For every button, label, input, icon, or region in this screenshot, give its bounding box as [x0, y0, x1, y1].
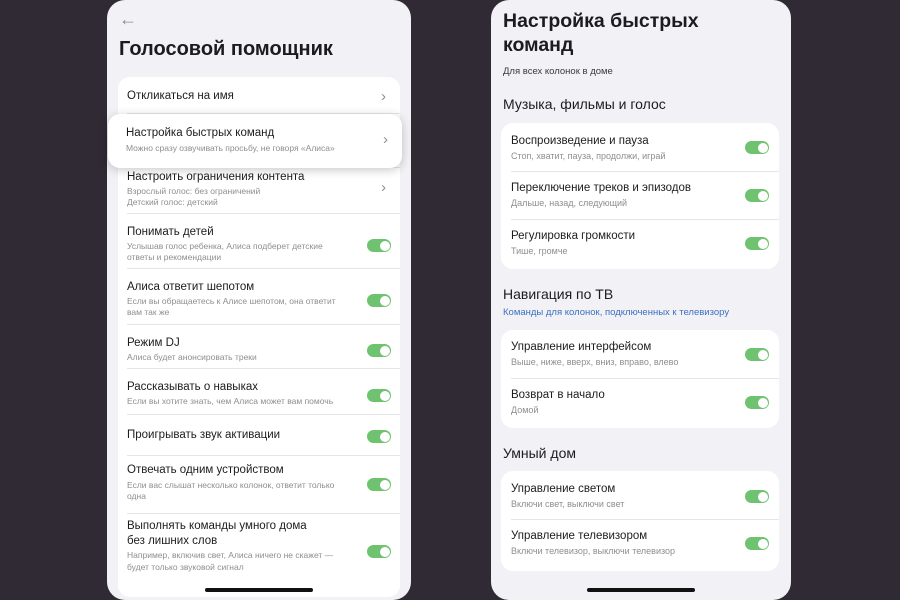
setting-description: Если вы обращаетесь к Алисе шепотом, она… — [127, 296, 336, 306]
setting-label: Выполнять команды умного дома — [127, 520, 307, 532]
setting-content-restrictions[interactable]: Настроить ограничения контента Взрослый … — [118, 168, 400, 214]
command-description: Включи телевизор, выключи телевизор — [511, 546, 676, 556]
setting-description: Услышав голос ребенка, Алиса подберет де… — [127, 241, 323, 251]
setting-smart-home-silent: Выполнять команды умного дома без лишних… — [118, 514, 400, 597]
command-description: Дальше, назад, следующий — [511, 198, 628, 208]
home-indicator — [587, 588, 695, 592]
setting-description: Если вас слышат несколько колонок, ответ… — [127, 480, 335, 490]
command-description: Включи свет, выключи свет — [511, 499, 625, 509]
command-label: Управление телевизором — [511, 530, 648, 542]
command-switch-tracks: Переключение треков и эпизодов Дальше, н… — [501, 172, 779, 220]
chevron-right-icon: › — [381, 88, 386, 105]
dj-mode-toggle[interactable] — [367, 344, 391, 357]
understand-children-toggle[interactable] — [367, 239, 391, 252]
interface-control-toggle[interactable] — [745, 348, 769, 361]
page-title: Голосовой помощник — [119, 38, 333, 60]
setting-whisper-reply: Алиса ответит шепотом Если вы обращаетес… — [118, 269, 400, 325]
tell-about-skills-toggle[interactable] — [367, 389, 391, 402]
command-interface-control: Управление интерфейсом Выше, ниже, вверх… — [501, 330, 779, 379]
home-indicator — [205, 588, 313, 592]
activation-sound-toggle[interactable] — [367, 430, 391, 443]
setting-description: вам так же — [127, 307, 170, 317]
setting-activation-sound: Проигрывать звук активации — [118, 415, 400, 456]
setting-label: Настройка быстрых команд — [126, 127, 275, 139]
section-card-music: Воспроизведение и пауза Стоп, хватит, па… — [501, 123, 779, 269]
setting-dj-mode: Режим DJ Алиса будет анонсировать треки — [118, 325, 400, 369]
command-description: Домой — [511, 405, 539, 415]
command-label: Регулировка громкости — [511, 230, 636, 242]
setting-label: Настроить ограничения контента — [127, 171, 305, 183]
setting-label: без лишних слов — [127, 535, 218, 547]
section-title-music: Музыка, фильмы и голос — [503, 96, 666, 112]
command-description: Тише, громче — [511, 246, 568, 256]
setting-label: Понимать детей — [127, 226, 214, 238]
setting-tell-about-skills: Рассказывать о навыках Если вы хотите зн… — [118, 369, 400, 415]
setting-understand-children: Понимать детей Услышав голос ребенка, Ал… — [118, 214, 400, 269]
command-label: Управление интерфейсом — [511, 341, 652, 353]
volume-toggle[interactable] — [745, 237, 769, 250]
setting-label: Режим DJ — [127, 337, 180, 349]
command-label: Возврат в начало — [511, 389, 605, 401]
command-light-control: Управление светом Включи свет, выключи с… — [501, 471, 779, 520]
switch-tracks-toggle[interactable] — [745, 189, 769, 202]
setting-label: Проигрывать звук активации — [127, 429, 281, 441]
play-pause-toggle[interactable] — [745, 141, 769, 154]
setting-description: Детский голос: детский — [127, 197, 218, 207]
whisper-reply-toggle[interactable] — [367, 294, 391, 307]
tv-control-toggle[interactable] — [745, 537, 769, 550]
chevron-right-icon: › — [381, 179, 386, 196]
section-card-smart-home: Управление светом Включи свет, выключи с… — [501, 471, 779, 571]
page-title-line: команд — [503, 34, 574, 56]
setting-label: Отвечать одним устройством — [127, 464, 284, 476]
single-device-reply-toggle[interactable] — [367, 478, 391, 491]
light-control-toggle[interactable] — [745, 490, 769, 503]
command-description: Выше, ниже, вверх, вниз, вправо, влево — [511, 357, 679, 367]
section-title-tv-navigation: Навигация по ТВ — [503, 286, 614, 302]
setting-label: Откликаться на имя — [127, 90, 234, 102]
section-title-smart-home: Умный дом — [503, 445, 576, 461]
page-subtitle: Для всех колонок в доме — [503, 66, 613, 77]
smart-home-silent-toggle[interactable] — [367, 545, 391, 558]
setting-description: будет только звуковой сигнал — [127, 562, 244, 572]
setting-description: Можно сразу озвучивать просьбу, не говор… — [126, 143, 335, 153]
setting-single-device-reply: Отвечать одним устройством Если вас слыш… — [118, 456, 400, 514]
command-tv-control: Управление телевизором Включи телевизор,… — [501, 520, 779, 571]
setting-label: Рассказывать о навыках — [127, 381, 258, 393]
command-play-pause: Воспроизведение и пауза Стоп, хватит, па… — [501, 123, 779, 172]
command-label: Воспроизведение и пауза — [511, 135, 649, 147]
go-home-toggle[interactable] — [745, 396, 769, 409]
setting-description: Если вы хотите знать, чем Алиса может ва… — [127, 396, 334, 406]
setting-label: Алиса ответит шепотом — [127, 281, 255, 293]
setting-description: одна — [127, 491, 146, 501]
setting-description: Алиса будет анонсировать треки — [127, 352, 257, 362]
command-description: Стоп, хватит, пауза, продолжи, играй — [511, 151, 666, 161]
setting-description: Взрослый голос: без ограничений — [127, 186, 261, 196]
command-label: Переключение треков и эпизодов — [511, 182, 692, 194]
section-card-tv-navigation: Управление интерфейсом Выше, ниже, вверх… — [501, 330, 779, 428]
setting-quick-commands[interactable]: Настройка быстрых команд Можно сразу озв… — [108, 114, 402, 168]
setting-description: ответы и рекомендации — [127, 252, 222, 262]
page-title: Настройка быстрых команд — [503, 9, 699, 57]
setting-respond-to-name[interactable]: Откликаться на имя › — [118, 77, 400, 114]
command-go-home: Возврат в начало Домой — [501, 379, 779, 428]
page-title-line: Настройка быстрых — [503, 10, 699, 32]
phone-screen-quick-commands: Настройка быстрых команд Для всех колоно… — [491, 0, 791, 600]
section-subtitle-tv-navigation: Команды для колонок, подключенных к теле… — [503, 307, 730, 318]
setting-description: Например, включив свет, Алиса ничего не … — [127, 550, 334, 560]
command-volume: Регулировка громкости Тише, громче — [501, 220, 779, 269]
phone-screen-voice-assistant: ← Голосовой помощник Откликаться на имя … — [107, 0, 411, 600]
arrow-left-icon[interactable]: ← — [119, 10, 137, 28]
command-label: Управление светом — [511, 483, 616, 495]
chevron-right-icon: › — [383, 131, 388, 148]
